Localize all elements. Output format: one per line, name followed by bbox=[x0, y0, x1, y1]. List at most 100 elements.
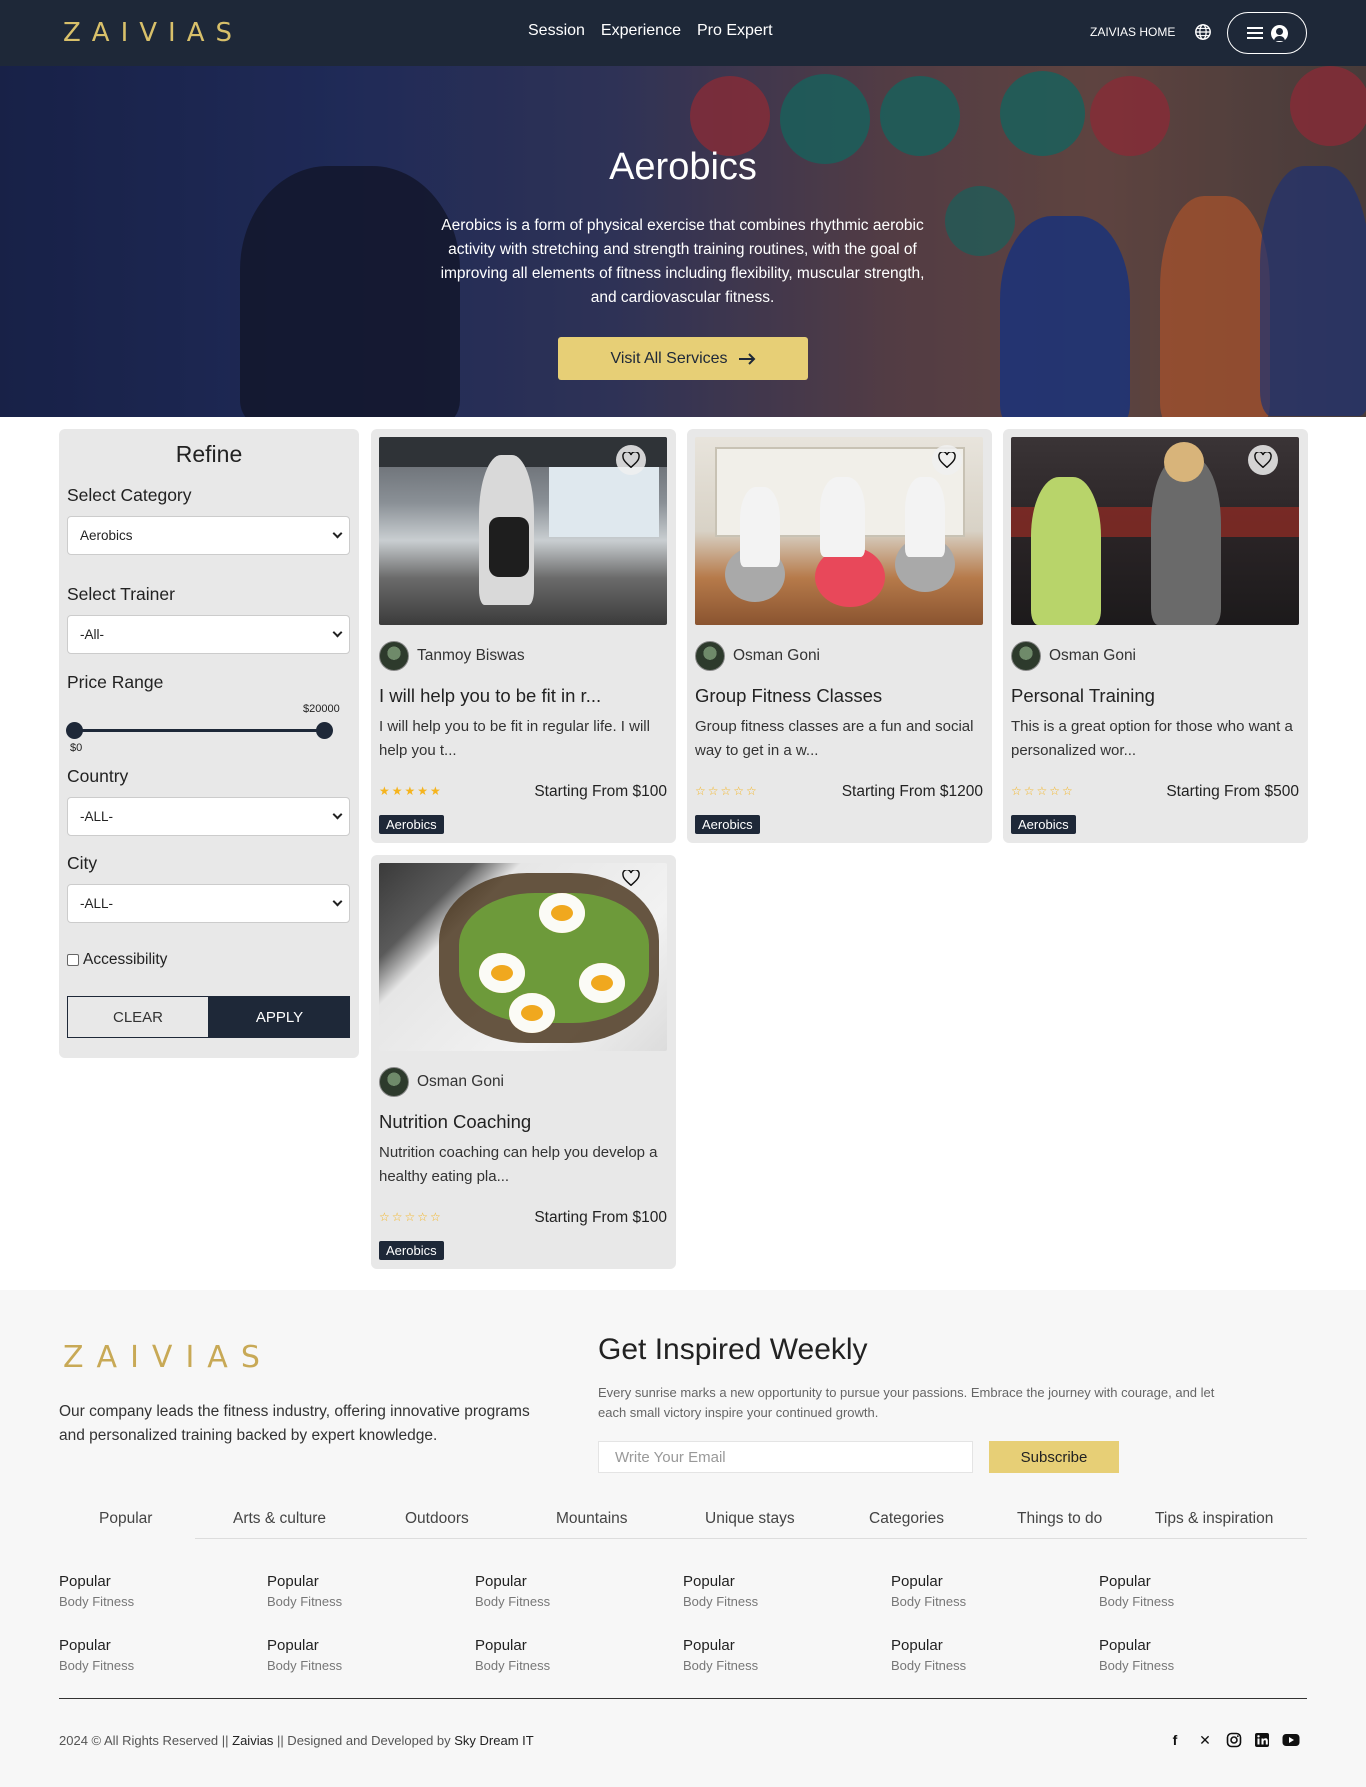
country-select-value: -ALL- bbox=[80, 809, 114, 824]
service-title[interactable]: Nutrition Coaching bbox=[379, 1111, 669, 1133]
category-tag: Aerobics bbox=[1011, 815, 1076, 834]
footer-tab-mountains[interactable]: Mountains bbox=[556, 1510, 628, 1528]
favorite-button[interactable] bbox=[1248, 445, 1278, 475]
price-range-track[interactable] bbox=[74, 729, 324, 732]
service-card[interactable]: Osman Goni Group Fitness Classes Group f… bbox=[687, 429, 992, 843]
service-title[interactable]: Group Fitness Classes bbox=[695, 685, 985, 707]
footer-tab-unique-stays[interactable]: Unique stays bbox=[705, 1510, 795, 1528]
instagram-icon[interactable] bbox=[1226, 1732, 1242, 1748]
visit-all-services-button[interactable]: Visit All Services bbox=[558, 337, 808, 380]
footer-link[interactable]: Popular Body Fitness bbox=[267, 1573, 447, 1609]
footer-tab-categories[interactable]: Categories bbox=[869, 1510, 944, 1528]
country-label: Country bbox=[67, 766, 129, 786]
footer-link[interactable]: Popular Body Fitness bbox=[1099, 1573, 1279, 1609]
trainer-name[interactable]: Osman Goni bbox=[1049, 647, 1136, 665]
trainer-name[interactable]: Osman Goni bbox=[733, 647, 820, 665]
footer-link[interactable]: Popular Body Fitness bbox=[59, 1637, 239, 1673]
subscribe-button[interactable]: Subscribe bbox=[989, 1441, 1119, 1473]
footer-link[interactable]: Popular Body Fitness bbox=[891, 1573, 1071, 1609]
country-select[interactable]: -ALL- bbox=[67, 797, 350, 836]
service-description: I will help you to be fit in regular lif… bbox=[379, 718, 650, 759]
apply-button[interactable]: APPLY bbox=[209, 996, 350, 1038]
user-icon bbox=[1270, 24, 1288, 42]
footer-link[interactable]: Popular Body Fitness bbox=[683, 1637, 863, 1673]
avatar bbox=[379, 641, 409, 671]
newsletter-text: Every sunrise marks a new opportunity to… bbox=[598, 1385, 1215, 1420]
brand-logo[interactable]: ZAIVIAS bbox=[63, 18, 243, 48]
site-footer: ZAIVIAS Our company leads the fitness in… bbox=[0, 1290, 1366, 1787]
footer-tab-arts-culture[interactable]: Arts & culture bbox=[233, 1510, 326, 1528]
footer-link[interactable]: Popular Body Fitness bbox=[1099, 1637, 1279, 1673]
top-navbar: ZAIVIAS Session Experience Pro Expert ZA… bbox=[0, 0, 1366, 66]
price-range-label: Price Range bbox=[67, 672, 164, 692]
avatar bbox=[695, 641, 725, 671]
price-max-handle[interactable] bbox=[316, 722, 333, 739]
x-icon[interactable]: ✕ bbox=[1196, 1731, 1214, 1749]
footer-tab-outdoors[interactable]: Outdoors bbox=[405, 1510, 469, 1528]
visit-all-services-label: Visit All Services bbox=[610, 349, 728, 367]
category-select-value: Aerobics bbox=[80, 528, 133, 543]
hero-description: Aerobics is a form of physical exercise … bbox=[440, 217, 925, 306]
footer-logo[interactable]: ZAIVIAS bbox=[63, 1340, 273, 1375]
trainer-select[interactable]: -All- bbox=[67, 615, 350, 654]
refine-panel: Refine Select Category Aerobics Select T… bbox=[59, 429, 359, 1058]
price-min-handle[interactable] bbox=[66, 722, 83, 739]
brand-link[interactable]: Zaivias bbox=[232, 1733, 273, 1748]
footer-link[interactable]: Popular Body Fitness bbox=[475, 1637, 655, 1673]
footer-tabs: Popular Arts & culture Outdoors Mountain… bbox=[59, 1499, 1307, 1540]
footer-link[interactable]: Popular Body Fitness bbox=[683, 1573, 863, 1609]
trainer-name[interactable]: Tanmoy Biswas bbox=[417, 647, 525, 665]
category-select[interactable]: Aerobics bbox=[67, 516, 350, 555]
arrow-right-icon bbox=[738, 352, 755, 365]
chevron-down-icon bbox=[332, 528, 343, 539]
nav-link-experience[interactable]: Experience bbox=[601, 22, 681, 40]
newsletter-email-input[interactable]: Write Your Email bbox=[598, 1441, 973, 1473]
service-card[interactable]: Osman Goni Personal Training This is a g… bbox=[1003, 429, 1308, 843]
price-max-label: $20000 bbox=[303, 703, 340, 715]
accessibility-option[interactable]: Accessibility bbox=[67, 951, 167, 969]
refine-title: Refine bbox=[175, 441, 243, 467]
account-menu-button[interactable] bbox=[1227, 12, 1307, 54]
footer-link[interactable]: Popular Body Fitness bbox=[475, 1573, 655, 1609]
trainer-name[interactable]: Osman Goni bbox=[417, 1073, 504, 1091]
youtube-icon[interactable] bbox=[1282, 1733, 1300, 1747]
avatar bbox=[1011, 641, 1041, 671]
footer-tab-things-to-do[interactable]: Things to do bbox=[1017, 1510, 1102, 1528]
rating-stars: ☆☆☆☆☆ bbox=[695, 784, 759, 798]
service-price: Starting From $500 bbox=[1166, 783, 1299, 800]
active-tab-indicator bbox=[59, 1538, 195, 1540]
footer-link[interactable]: Popular Body Fitness bbox=[59, 1573, 239, 1609]
footer-link[interactable]: Popular Body Fitness bbox=[891, 1637, 1071, 1673]
accessibility-label: Accessibility bbox=[83, 951, 168, 968]
service-price: Starting From $1200 bbox=[841, 783, 983, 800]
linkedin-icon[interactable] bbox=[1254, 1732, 1270, 1748]
heart-icon bbox=[622, 870, 640, 886]
service-price: Starting From $100 bbox=[534, 783, 667, 800]
footer-tab-popular[interactable]: Popular bbox=[99, 1510, 152, 1528]
favorite-button[interactable] bbox=[616, 863, 646, 893]
clear-button[interactable]: CLEAR bbox=[67, 996, 209, 1038]
service-price: Starting From $100 bbox=[534, 1209, 667, 1226]
footer-link[interactable]: Popular Body Fitness bbox=[267, 1637, 447, 1673]
globe-icon[interactable] bbox=[1194, 23, 1212, 41]
nav-link-pro-expert[interactable]: Pro Expert bbox=[697, 22, 773, 40]
service-card[interactable]: Tanmoy Biswas I will help you to be fit … bbox=[371, 429, 676, 843]
footer-tab-tips-inspiration[interactable]: Tips & inspiration bbox=[1155, 1510, 1273, 1528]
accessibility-checkbox[interactable] bbox=[67, 954, 79, 966]
favorite-button[interactable] bbox=[616, 445, 646, 475]
trainer-label: Select Trainer bbox=[67, 584, 175, 604]
heart-icon bbox=[938, 452, 956, 468]
city-select[interactable]: -ALL- bbox=[67, 884, 350, 923]
service-card[interactable]: Osman Goni Nutrition Coaching Nutrition … bbox=[371, 855, 676, 1269]
service-description: Group fitness classes are a fun and soci… bbox=[695, 718, 974, 759]
service-description: This is a great option for those who wan… bbox=[1011, 718, 1293, 759]
service-title[interactable]: Personal Training bbox=[1011, 685, 1301, 707]
facebook-icon[interactable]: f bbox=[1166, 1731, 1184, 1749]
nav-link-session[interactable]: Session bbox=[528, 22, 585, 40]
service-description: Nutrition coaching can help you develop … bbox=[379, 1144, 658, 1185]
favorite-button[interactable] bbox=[932, 445, 962, 475]
category-label: Select Category bbox=[67, 485, 192, 505]
developer-link[interactable]: Sky Dream IT bbox=[454, 1733, 533, 1748]
nav-home-link[interactable]: ZAIVIAS HOME bbox=[1090, 25, 1175, 39]
service-title[interactable]: I will help you to be fit in r... bbox=[379, 685, 669, 707]
